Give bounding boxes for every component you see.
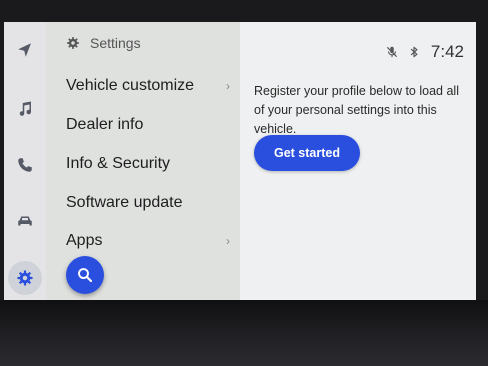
menu-item-label: Dealer info: [66, 116, 144, 133]
menu-item-apps[interactable]: Apps ›: [66, 226, 236, 256]
menu-item-vehicle-customize[interactable]: Vehicle customize ›: [66, 71, 236, 101]
menu-item-label: Info & Security: [66, 155, 171, 172]
menu-title: Settings: [90, 35, 141, 51]
navigation-icon: [18, 43, 31, 57]
rail-phone-button[interactable]: [8, 148, 42, 182]
status-bar: 7:42: [377, 42, 464, 62]
menu-item-label: Apps: [66, 232, 103, 249]
search-icon: [78, 268, 93, 283]
no-mic-icon: [386, 46, 397, 58]
gear-icon: [67, 37, 79, 49]
chevron-right-icon: ›: [226, 79, 230, 93]
register-message: Register your profile below to load all …: [254, 84, 459, 136]
get-started-button[interactable]: Get started: [254, 135, 360, 171]
app-rail: [4, 22, 47, 300]
menu-item-label: Vehicle customize: [66, 77, 195, 94]
menu-item-info-security[interactable]: Info & Security: [66, 149, 236, 179]
music-icon: [19, 101, 32, 116]
menu-header: Settings: [66, 35, 141, 51]
menu-item-software-update[interactable]: Software update: [66, 188, 236, 218]
settings-icon: [17, 270, 33, 286]
menu-item-label: Software update: [66, 194, 183, 211]
settings-menu: Settings Vehicle customize › Dealer info…: [46, 22, 240, 300]
screen-bezel: [0, 300, 488, 366]
chevron-right-icon: ›: [226, 234, 230, 248]
rail-navigation-button[interactable]: [8, 33, 42, 67]
rail-music-button[interactable]: [8, 92, 42, 126]
infotainment-screen: Settings Vehicle customize › Dealer info…: [4, 22, 476, 300]
phone-icon: [18, 158, 32, 172]
menu-item-dealer-info[interactable]: Dealer info: [66, 110, 236, 140]
bluetooth-icon: [410, 46, 418, 58]
clock: 7:42: [430, 42, 464, 61]
search-button[interactable]: [66, 256, 104, 294]
content-panel: 7:42 Register your profile below to load…: [240, 22, 476, 300]
rail-vehicle-button[interactable]: [8, 204, 42, 238]
car-icon: [18, 216, 32, 226]
rail-settings-button[interactable]: [8, 261, 42, 295]
